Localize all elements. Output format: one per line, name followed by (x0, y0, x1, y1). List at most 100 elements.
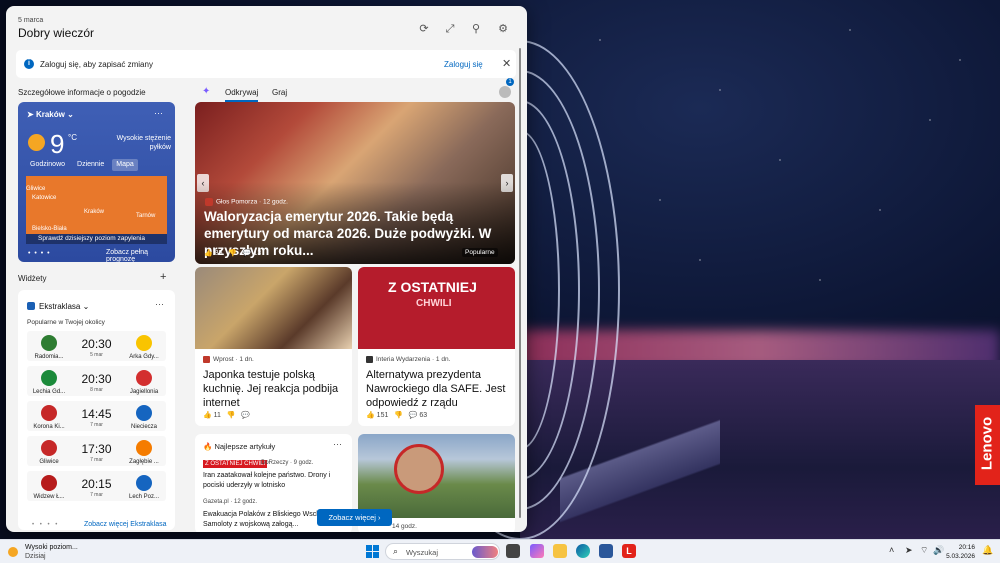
copilot-icon[interactable]: ✦ (202, 86, 214, 98)
weather-section-title[interactable]: Szczegółowe informacje o pogodzie (18, 88, 146, 97)
info-icon: i (24, 59, 34, 69)
temperature: 9 (50, 129, 65, 159)
team-crest-icon (136, 335, 152, 351)
weather-tabs: Godzinowo Dziennie Mapa (26, 159, 138, 171)
search-box[interactable]: ⌕ Wyszukaj (385, 543, 500, 560)
taskbar-weather-text: Wysoki poziom... (25, 544, 78, 551)
copilot-icon[interactable] (530, 544, 544, 558)
article-stats: 👍 151 👎 💬 63 (366, 412, 428, 419)
hero-article[interactable]: ‹ › Głos Pomorza · 12 godz. Waloryzacja … (195, 102, 515, 264)
store-icon[interactable] (599, 544, 613, 558)
pin-icon[interactable]: ⚲ (469, 22, 483, 36)
article-image (195, 267, 352, 349)
signin-bar: i Zaloguj się, aby zapisać zmiany Zalogu… (16, 50, 516, 78)
match-time: 20:30 (81, 372, 112, 386)
see-more-button[interactable]: Zobacz więcej › (317, 509, 392, 526)
article-title[interactable]: Japonka testuje polską kuchnię. Jej reak… (203, 368, 348, 410)
more-options-icon[interactable]: ··· (154, 108, 163, 118)
team-crest-icon (41, 335, 57, 351)
home-team: Korona Ki... (33, 424, 65, 430)
league-selector[interactable]: Ekstraklasa ⌄ (39, 302, 89, 311)
close-icon[interactable]: ✕ (502, 57, 511, 70)
tab-hourly[interactable]: Godzinowo (26, 159, 69, 171)
match-row[interactable]: Gliwice 17:30 7 mar Zagłębie ... (27, 436, 166, 466)
tab-play[interactable]: Graj (272, 88, 287, 97)
file-explorer-icon[interactable] (553, 544, 567, 558)
team-crest-icon (41, 405, 57, 421)
match-row[interactable]: Radomia... 20:30 5 mar Arka Gdy... (27, 331, 166, 361)
forecast-link[interactable]: Zobacz pełną prognozę (106, 249, 175, 262)
pager-dots: • • • • (32, 522, 60, 528)
expand-icon[interactable]: ⤢ (443, 22, 457, 36)
tab-discover[interactable]: Odkrywaj (225, 88, 259, 102)
tab-daily[interactable]: Dziennie (73, 159, 108, 171)
map-label: Gliwice (26, 186, 46, 192)
map-label: Bielsko-Biała (32, 226, 67, 232)
tab-map[interactable]: Mapa (112, 159, 138, 171)
edge-icon[interactable] (576, 544, 590, 558)
top-articles-header: 🔥 Najlepsze artykuły (203, 442, 276, 451)
match-time: 20:30 (81, 337, 112, 351)
task-view-icon[interactable] (506, 544, 520, 558)
weather-map[interactable]: Gliwice Katowice Kraków Tarnów Bielsko-B… (26, 176, 167, 234)
greeting: Dobry wieczór (18, 26, 95, 40)
settings-icon[interactable]: ⚙ (496, 22, 510, 36)
article-card[interactable]: Z OSTATNIEJ CHWILI Interia Wydarzenia · … (358, 267, 515, 426)
city-selector[interactable]: ➤ Kraków ⌄ (27, 110, 74, 119)
article-source: DoRzeczy · 9 godz. (261, 460, 314, 466)
taskbar: Wysoki poziom... Dzisiaj ⌕ Wyszukaj L ˄ … (0, 539, 1000, 563)
sun-icon (28, 134, 45, 151)
date-label: 5 marca (18, 17, 44, 24)
article-title[interactable]: Iran zaatakował kolejne państwo. Drony i… (203, 471, 348, 491)
sports-subtitle: Popularne w Twojej okolicy (27, 319, 105, 326)
article-source: Głos Pomorza · 12 godz. (205, 198, 288, 206)
search-placeholder: Wyszukaj (406, 548, 439, 557)
article-source: Interia Wydarzenia · 1 dn. (366, 356, 450, 363)
article-card[interactable]: Wprost · 1 dn. Japonka testuje polską ku… (195, 267, 352, 426)
taskbar-weather-subtext: Dzisiaj (25, 553, 46, 560)
home-team: Radomia... (34, 354, 64, 360)
bell-icon[interactable]: 🔔 (982, 545, 993, 556)
source-logo-icon (366, 356, 373, 363)
add-widget-button[interactable]: + (160, 271, 166, 283)
pollen-check-link[interactable]: Sprawdź dzisiejszy poziom zapylenia (26, 234, 167, 244)
breaking-label: CHWILI (416, 298, 452, 309)
volume-icon[interactable]: 🔊 (933, 545, 944, 556)
notification-badge: 1 (506, 78, 514, 86)
more-options-icon[interactable]: ··· (333, 439, 342, 449)
start-button[interactable] (366, 545, 379, 558)
breaking-news-image: Z OSTATNIEJ CHWILI (358, 267, 515, 349)
refresh-icon[interactable]: ⟳ (417, 22, 431, 36)
home-team: Widzew Ł... (33, 494, 65, 500)
match-row[interactable]: Korona Ki... 14:45 7 mar Nieciecza (27, 401, 166, 431)
see-more-ekstraklasa-link[interactable]: Zobacz więcej Ekstraklasa (84, 521, 166, 528)
match-time: 20:15 (81, 477, 112, 491)
match-date: 8 mar (90, 387, 103, 393)
team-crest-icon (136, 440, 152, 456)
team-crest-icon (136, 405, 152, 421)
away-team: Zagłębie ... (129, 459, 159, 465)
match-date: 7 mar (90, 492, 103, 498)
breaking-label: Z OSTATNIEJ (388, 279, 477, 295)
lenovo-vantage-icon[interactable]: L (622, 544, 636, 558)
scrollbar[interactable] (518, 48, 522, 528)
match-row[interactable]: Widzew Ł... 20:15 7 mar Lech Poz... (27, 471, 166, 501)
chevron-up-icon[interactable]: ˄ (889, 545, 894, 555)
network-icon[interactable]: ⌔ (920, 545, 928, 556)
pollen-alert: Wysokie stężenie pyłków (116, 135, 171, 151)
weather-card[interactable]: ➤ Kraków ⌄ ··· 9 °C Wysokie stężenie pył… (18, 102, 175, 262)
signin-link[interactable]: Zaloguj się (444, 60, 483, 69)
scrollbar-thumb[interactable] (519, 48, 521, 518)
sports-card[interactable]: Ekstraklasa ⌄ ··· Popularne w Twojej oko… (18, 290, 175, 530)
source-logo-icon (205, 198, 213, 206)
article-title[interactable]: Alternatywa prezydenta Nawrockiego dla S… (366, 368, 511, 410)
map-label: Kraków (84, 209, 105, 215)
match-row[interactable]: Lechia Gd... 20:30 8 mar Jagiellonia (27, 366, 166, 396)
popular-badge: Popularne (462, 248, 498, 257)
avatar[interactable] (499, 86, 511, 98)
more-options-icon[interactable]: ··· (155, 299, 164, 309)
clock[interactable]: 20:16 5.03.2026 (945, 543, 975, 561)
send-icon[interactable]: ➤ (905, 545, 913, 556)
match-date: 7 mar (90, 457, 103, 463)
home-team: Gliwice (39, 459, 59, 465)
